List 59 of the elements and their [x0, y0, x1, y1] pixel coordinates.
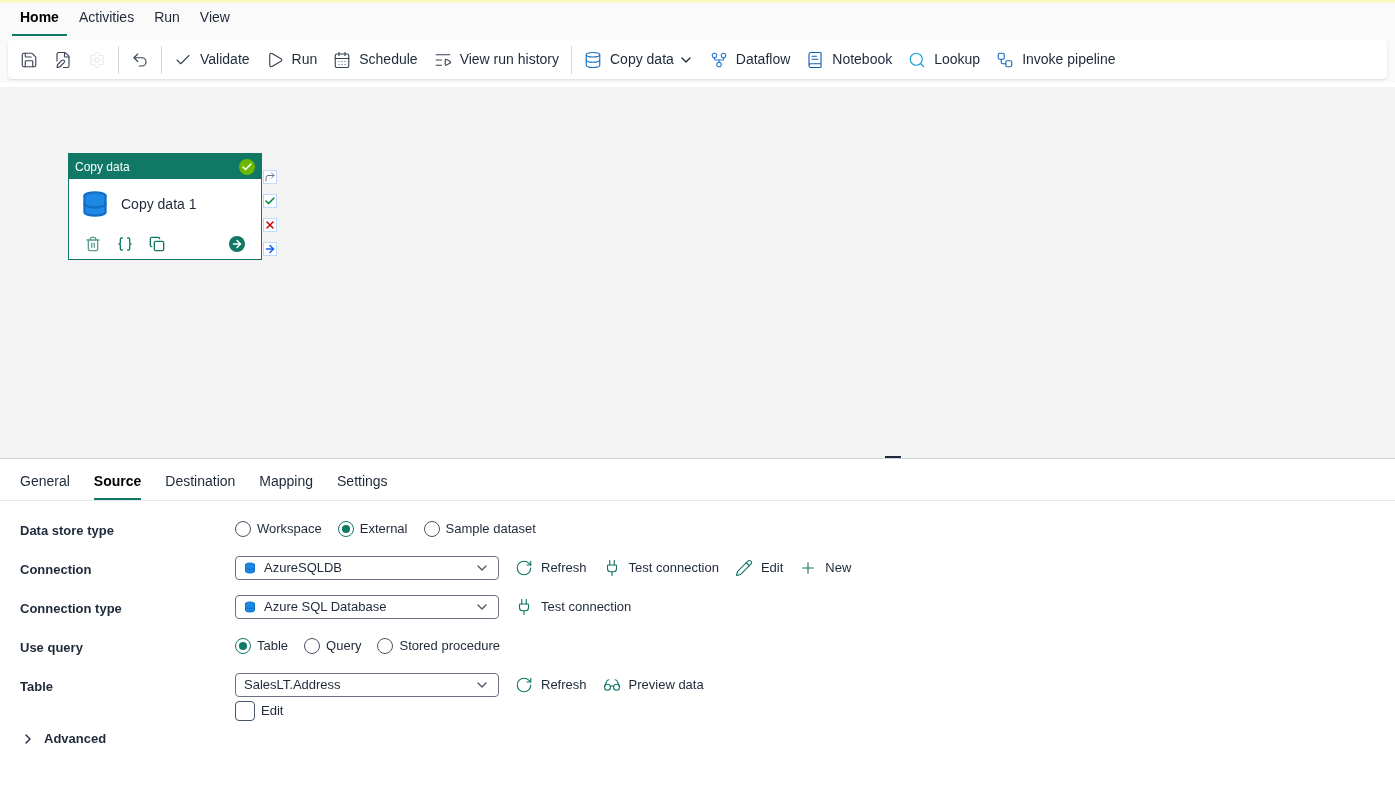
menu-tab[interactable]: Home: [12, 7, 67, 36]
field-label: Use query: [20, 639, 84, 657]
radio-option[interactable]: Table: [235, 636, 289, 656]
braces-icon[interactable]: [117, 236, 133, 252]
activity-type: Copy data: [75, 158, 130, 176]
toolbar-button[interactable]: Run: [257, 43, 326, 76]
action-button[interactable]: Test connection: [602, 558, 719, 578]
action-button[interactable]: Test connection: [515, 597, 632, 617]
toolbar-button[interactable]: Notebook: [798, 43, 901, 76]
dropdown-field[interactable]: SalesLT.Address: [235, 673, 499, 697]
checkbox-option[interactable]: Edit: [235, 701, 704, 721]
pencil-icon: [734, 559, 753, 577]
toolbar-button[interactable]: Validate: [166, 43, 258, 76]
activity-card[interactable]: Copy data Copy data 1: [68, 153, 262, 260]
action-button[interactable]: New: [799, 558, 852, 578]
action-button[interactable]: Preview data: [602, 675, 704, 695]
field-label: Table: [20, 678, 54, 696]
database-icon: [244, 601, 256, 613]
panel-tab[interactable]: Destination: [165, 471, 236, 500]
panel-tab[interactable]: General: [20, 471, 70, 500]
dropdown-field[interactable]: AzureSQLDB: [235, 556, 499, 580]
radio-option[interactable]: Query: [304, 636, 362, 656]
fail-icon[interactable]: [263, 218, 277, 232]
glasses-icon: [602, 676, 621, 694]
refresh-icon: [515, 676, 533, 694]
menu-tab[interactable]: Run: [146, 7, 188, 36]
action-button[interactable]: Refresh: [515, 675, 587, 695]
radio-option[interactable]: External: [337, 519, 408, 539]
toolbar-button[interactable]: View run history: [425, 43, 567, 76]
panel-tab[interactable]: Source: [93, 471, 142, 500]
toolbar-button[interactable]: Invoke pipeline: [988, 43, 1124, 76]
panel-tab[interactable]: Mapping: [259, 471, 314, 500]
action-button[interactable]: Edit: [734, 558, 784, 578]
field-label: Data store type: [20, 522, 115, 540]
menu-tab[interactable]: View: [191, 7, 238, 36]
resize-handle[interactable]: [885, 456, 901, 458]
panel-tab[interactable]: Settings: [337, 471, 388, 500]
field-label: Connection type: [20, 600, 123, 618]
toolbar-button[interactable]: Schedule: [325, 43, 426, 76]
action-button[interactable]: Refresh: [515, 558, 587, 578]
radio-option[interactable]: Stored procedure: [377, 636, 500, 656]
copy-icon[interactable]: [149, 236, 165, 252]
database-icon: [244, 562, 256, 574]
activity-name: Copy data 1: [121, 194, 197, 214]
toolbar-button[interactable]: Lookup: [900, 43, 989, 76]
dropdown-field[interactable]: Azure SQL Database: [235, 595, 499, 619]
radio-option[interactable]: Workspace: [235, 519, 322, 539]
toolbar-button[interactable]: Copy data: [576, 43, 702, 76]
advanced-toggle[interactable]: Advanced: [20, 729, 1375, 749]
field-label: Connection: [20, 561, 93, 579]
database-icon: [81, 190, 109, 218]
refresh-icon: [515, 559, 533, 577]
radio-option[interactable]: Sample dataset: [423, 519, 536, 539]
completion-icon[interactable]: [263, 242, 277, 256]
delete-icon[interactable]: [85, 236, 101, 252]
skip-icon[interactable]: [263, 170, 277, 184]
toolbar-button[interactable]: Dataflow: [701, 43, 799, 76]
success-icon[interactable]: [263, 194, 277, 208]
menu-tab[interactable]: Activities: [70, 7, 143, 36]
